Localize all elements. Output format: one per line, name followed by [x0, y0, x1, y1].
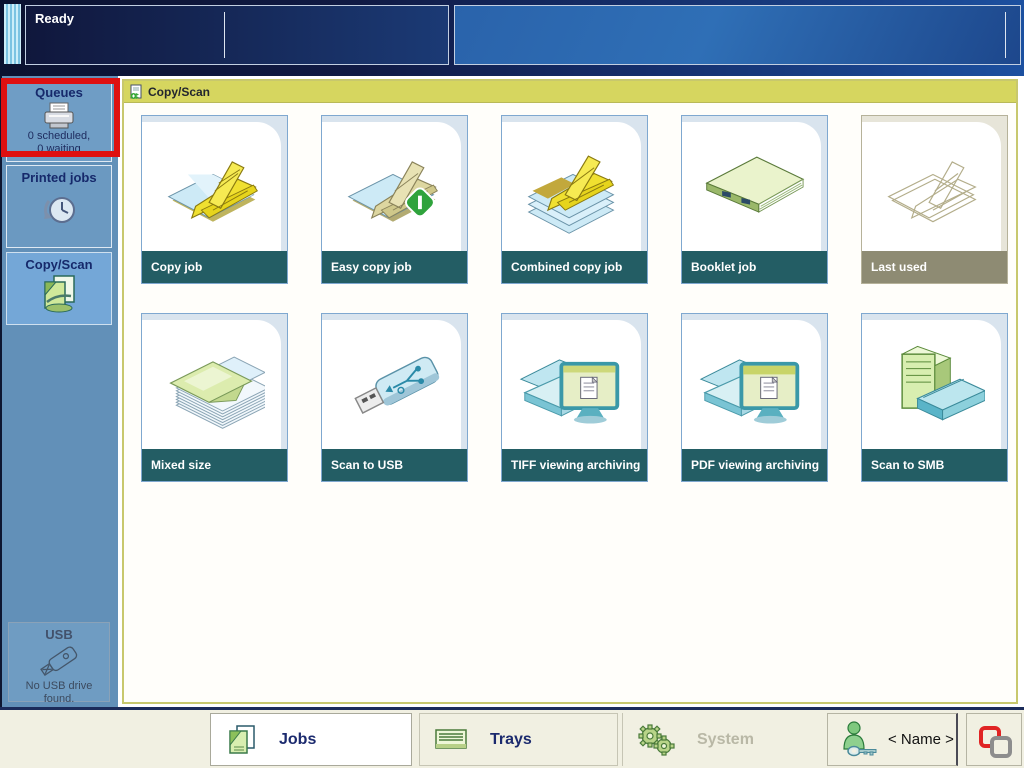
tile-tiff-viewing-archiving[interactable]: TIFF viewing archiving: [501, 313, 648, 482]
tab-jobs-label: Jobs: [279, 731, 316, 749]
copy-job-icon: [159, 139, 265, 235]
tile-scan-to-usb[interactable]: Scan to USB: [321, 313, 468, 482]
tile-label: Combined copy job: [502, 251, 647, 283]
tile-label: PDF viewing archiving: [682, 449, 827, 481]
device-screen: Ready Queues 0 scheduled, 0 waiting Prin…: [0, 0, 1024, 768]
tile-booklet-job[interactable]: Booklet job: [681, 115, 828, 284]
printer-icon: [41, 102, 77, 130]
tab-trays-label: Trays: [490, 731, 532, 749]
tile-label: Copy job: [142, 251, 287, 283]
panel-header: Copy/Scan: [124, 81, 1016, 103]
mixed-size-icon: [159, 337, 265, 433]
left-sidebar: Queues 0 scheduled, 0 waiting Printed jo…: [0, 76, 118, 707]
page-star-icon: [129, 84, 143, 100]
tile-scan-to-smb[interactable]: Scan to SMB: [861, 313, 1008, 482]
tab-system: System: [622, 713, 822, 766]
counter-button[interactable]: [966, 713, 1022, 766]
sidebar-item-usb: USB No USB drive found.: [8, 622, 110, 702]
tile-mixed-size[interactable]: Mixed size: [141, 313, 288, 482]
tile-pdf-viewing-archiving[interactable]: PDF viewing archiving: [681, 313, 828, 482]
overlapping-squares-icon: [967, 714, 1021, 765]
message-panel: [454, 5, 1021, 65]
printed-jobs-label: Printed jobs: [7, 166, 111, 185]
tile-label: Booklet job: [682, 251, 827, 283]
brand-stripes-logo: [4, 4, 21, 64]
scan-to-smb-icon: [879, 337, 985, 433]
tile-label: TIFF viewing archiving: [502, 449, 647, 481]
tab-jobs[interactable]: Jobs: [210, 713, 412, 766]
scan-to-usb-icon: [339, 337, 445, 433]
tile-row-1: Copy job: [141, 115, 1016, 284]
tile-copy-job[interactable]: Copy job: [141, 115, 288, 284]
tab-trays[interactable]: Trays: [419, 713, 618, 766]
tile-label: Scan to SMB: [862, 449, 1007, 481]
printer-status-panel: Ready: [25, 5, 449, 65]
bottom-nav-bar: Jobs Trays: [0, 707, 1024, 768]
sidebar-item-copy-scan[interactable]: Copy/Scan: [6, 252, 112, 325]
sidebar-item-printed-jobs[interactable]: Printed jobs: [6, 165, 112, 248]
gears-icon: [637, 723, 675, 757]
tile-label: Mixed size: [142, 449, 287, 481]
tile-last-used: Last used: [861, 115, 1008, 284]
gray-square-icon: [990, 736, 1012, 758]
copier-pages-icon: [37, 274, 81, 316]
document-pages-icon: [225, 724, 257, 756]
tile-row-2: Mixed size: [141, 313, 1016, 482]
message-panel-divider: [1005, 12, 1006, 58]
tile-label: Scan to USB: [322, 449, 467, 481]
top-status-bar: Ready: [0, 0, 1024, 76]
copy-scan-panel: Copy/Scan: [122, 79, 1018, 704]
tile-label: Easy copy job: [322, 251, 467, 283]
panel-title: Copy/Scan: [148, 85, 210, 99]
queues-waiting-count: 0 waiting: [7, 143, 111, 156]
combined-copy-job-icon: [519, 139, 625, 235]
tab-login-name[interactable]: < Name >: [827, 713, 958, 766]
paper-tray-icon: [434, 727, 468, 753]
printer-status-text: Ready: [35, 11, 74, 26]
tile-combined-copy-job[interactable]: Combined copy job: [501, 115, 648, 284]
queues-label: Queues: [7, 81, 111, 100]
tile-label: Last used: [862, 251, 1007, 283]
user-key-icon: [842, 721, 878, 759]
booklet-job-icon: [699, 139, 805, 235]
queues-scheduled-count: 0 scheduled,: [7, 130, 111, 143]
tiff-viewing-icon: [519, 337, 625, 433]
usb-status-message: No USB drive found.: [9, 680, 109, 706]
history-clock-icon: [37, 191, 81, 231]
tile-grid: Copy job: [124, 103, 1016, 482]
pdf-viewing-icon: [699, 337, 805, 433]
status-panel-divider: [224, 12, 225, 58]
copy-scan-label: Copy/Scan: [7, 253, 111, 272]
sidebar-item-queues[interactable]: Queues 0 scheduled, 0 waiting: [6, 80, 112, 162]
usb-label: USB: [9, 623, 109, 642]
usb-stick-outline-icon: [32, 644, 86, 680]
tab-system-label: System: [697, 731, 754, 749]
tile-easy-copy-job[interactable]: Easy copy job: [321, 115, 468, 284]
last-used-icon: [879, 139, 985, 235]
easy-copy-job-icon: [339, 139, 445, 235]
tab-name-label: < Name >: [888, 731, 954, 748]
